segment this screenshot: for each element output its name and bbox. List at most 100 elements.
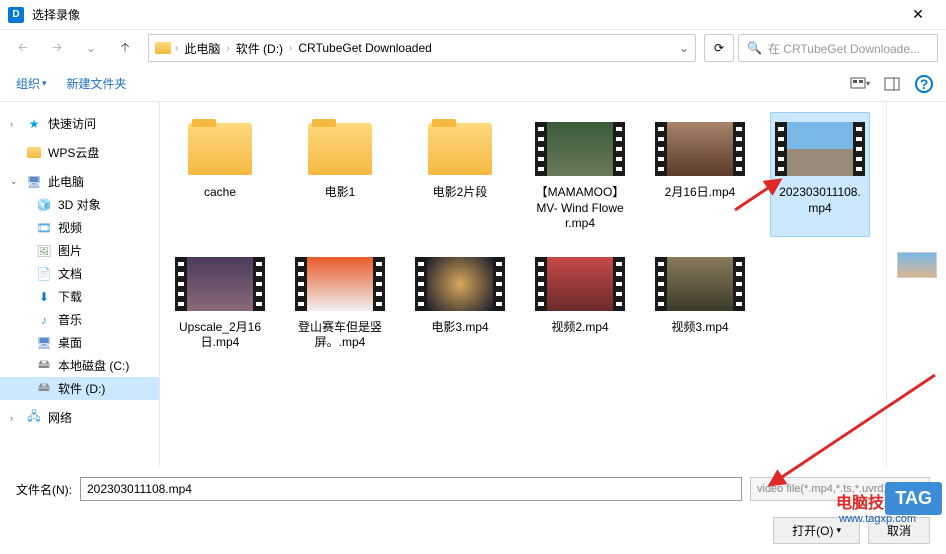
sidebar-network[interactable]: ›🖧网络	[0, 406, 159, 429]
file-name: 视频3.mp4	[655, 320, 745, 336]
file-item[interactable]: 电影1	[290, 112, 390, 237]
nav-bar: 🡠 🡢 ⌄ 🡡 › 此电脑 › 软件 (D:) › CRTubeGet Down…	[0, 30, 946, 66]
help-icon: ?	[915, 75, 933, 93]
pc-icon: 🖥	[26, 174, 42, 190]
video-thumbnail	[775, 117, 865, 181]
sidebar-wps[interactable]: WPS云盘	[0, 141, 159, 164]
search-icon: 🔍	[747, 41, 762, 55]
address-dropdown[interactable]: ⌄	[679, 41, 689, 55]
chevron-right-icon: ›	[226, 43, 229, 54]
video-thumbnail	[655, 252, 745, 316]
video-icon: 🎞	[36, 220, 52, 236]
breadcrumb-drive[interactable]: 软件 (D:)	[234, 40, 285, 57]
close-button[interactable]: ✕	[898, 0, 938, 30]
sidebar-3d-objects[interactable]: 🧊3D 对象	[0, 193, 159, 216]
chevron-right-icon: ›	[10, 413, 20, 423]
title-bar: D 选择录像 ✕	[0, 0, 946, 30]
file-name: cache	[175, 185, 265, 201]
sidebar-disk-c[interactable]: 🖴本地磁盘 (C:)	[0, 354, 159, 377]
sidebar-downloads[interactable]: ⬇下载	[0, 285, 159, 308]
folder-icon	[155, 42, 171, 54]
main-area: ›★快速访问 WPS云盘 ⌄🖥此电脑 🧊3D 对象 🎞视频 🖼图片 📄文档 ⬇下…	[0, 102, 946, 467]
cube-icon: 🧊	[36, 197, 52, 213]
search-placeholder: 在 CRTubeGet Downloade...	[768, 40, 920, 57]
download-icon: ⬇	[36, 289, 52, 305]
filename-input[interactable]	[80, 477, 742, 501]
file-name: 电影3.mp4	[415, 320, 505, 336]
sidebar-documents[interactable]: 📄文档	[0, 262, 159, 285]
desktop-icon: 🖥	[36, 335, 52, 351]
file-name: 202303011108.mp4	[775, 185, 865, 216]
file-name: 电影1	[295, 185, 385, 201]
document-icon: 📄	[36, 266, 52, 282]
file-name: Upscale_2月16日.mp4	[175, 320, 265, 351]
address-bar[interactable]: › 此电脑 › 软件 (D:) › CRTubeGet Downloaded ⌄	[148, 34, 696, 62]
view-thumbnails-button[interactable]: ▾	[846, 72, 874, 96]
star-icon: ★	[26, 116, 42, 132]
up-button[interactable]: 🡡	[110, 34, 140, 62]
window-title: 选择录像	[32, 6, 898, 23]
video-thumbnail	[535, 252, 625, 316]
chevron-right-icon: ›	[10, 119, 20, 129]
file-item[interactable]: 视频3.mp4	[650, 247, 750, 356]
file-item[interactable]: Upscale_2月16日.mp4	[170, 247, 270, 356]
chevron-down-icon: ▾	[836, 525, 841, 536]
video-thumbnail	[415, 252, 505, 316]
file-item[interactable]: 登山赛车但是竖屏。.mp4	[290, 247, 390, 356]
thumbnails-icon	[850, 77, 866, 91]
chevron-down-icon: ▾	[42, 78, 47, 89]
forward-button[interactable]: 🡢	[42, 34, 72, 62]
preview-icon	[884, 77, 900, 91]
chevron-right-icon: ›	[289, 43, 292, 54]
file-item[interactable]: 【MAMAMOO】MV- Wind Flower.mp4	[530, 112, 630, 237]
file-list[interactable]: cache 电影1 电影2片段 【MAMAMOO】MV- Wind Flower.mp…	[160, 102, 886, 467]
breadcrumb-pc[interactable]: 此电脑	[182, 40, 222, 57]
new-folder-button[interactable]: 新建文件夹	[59, 71, 135, 96]
disk-icon: 🖴	[36, 358, 52, 374]
back-button[interactable]: 🡠	[8, 34, 38, 62]
disk-icon: 🖴	[36, 381, 52, 397]
tag-badge: TAG	[885, 482, 942, 515]
file-item[interactable]: cache	[170, 112, 270, 237]
music-icon: ♪	[36, 312, 52, 328]
file-item[interactable]: 电影2片段	[410, 112, 510, 237]
sidebar-desktop[interactable]: 🖥桌面	[0, 331, 159, 354]
help-button[interactable]: ?	[910, 72, 938, 96]
file-name: 视频2.mp4	[535, 320, 625, 336]
preview-pane	[886, 102, 946, 467]
video-thumbnail	[175, 252, 265, 316]
preview-thumbnail	[897, 252, 937, 278]
sidebar-videos[interactable]: 🎞视频	[0, 216, 159, 239]
sidebar-this-pc[interactable]: ⌄🖥此电脑	[0, 170, 159, 193]
sidebar-disk-d[interactable]: 🖴软件 (D:)	[0, 377, 159, 400]
search-input[interactable]: 🔍 在 CRTubeGet Downloade...	[738, 34, 938, 62]
file-item[interactable]: 2月16日.mp4	[650, 112, 750, 237]
sidebar-pictures[interactable]: 🖼图片	[0, 239, 159, 262]
video-thumbnail	[295, 252, 385, 316]
file-item[interactable]: 视频2.mp4	[530, 247, 630, 356]
preview-pane-button[interactable]	[878, 72, 906, 96]
chevron-down-icon: ⌄	[10, 176, 20, 187]
network-icon: 🖧	[26, 410, 42, 426]
chevron-right-icon: ›	[175, 43, 178, 54]
folder-icon	[415, 117, 505, 181]
breadcrumb-folder[interactable]: CRTubeGet Downloaded	[296, 41, 433, 55]
recent-dropdown[interactable]: ⌄	[76, 34, 106, 62]
app-icon: D	[8, 7, 24, 23]
file-name: 2月16日.mp4	[655, 185, 745, 201]
filename-label: 文件名(N):	[16, 481, 72, 498]
refresh-button[interactable]: ⟳	[704, 34, 734, 62]
toolbar: 组织▾ 新建文件夹 ▾ ?	[0, 66, 946, 102]
video-thumbnail	[655, 117, 745, 181]
sidebar-music[interactable]: ♪音乐	[0, 308, 159, 331]
sidebar-quick-access[interactable]: ›★快速访问	[0, 112, 159, 135]
file-name: 电影2片段	[415, 185, 505, 201]
chevron-down-icon: ▾	[866, 79, 870, 88]
file-item[interactable]: 电影3.mp4	[410, 247, 510, 356]
sidebar: ›★快速访问 WPS云盘 ⌄🖥此电脑 🧊3D 对象 🎞视频 🖼图片 📄文档 ⬇下…	[0, 102, 160, 467]
file-name: 登山赛车但是竖屏。.mp4	[295, 320, 385, 351]
organize-menu[interactable]: 组织▾	[8, 71, 55, 96]
file-item[interactable]: 202303011108.mp4	[770, 112, 870, 237]
folder-icon	[295, 117, 385, 181]
image-icon: 🖼	[36, 243, 52, 259]
